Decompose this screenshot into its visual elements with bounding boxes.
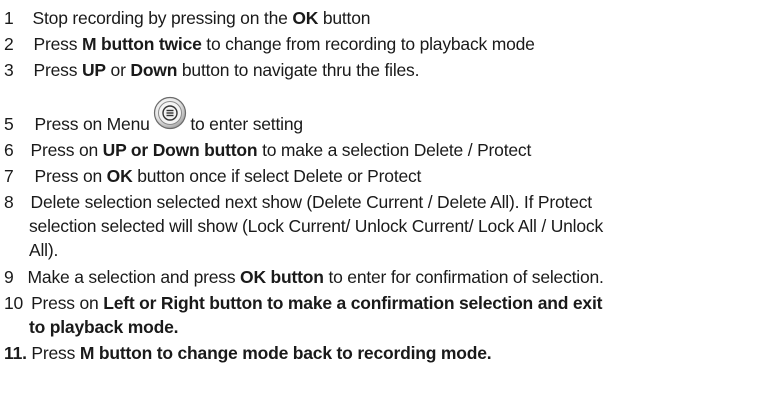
step-text: selection selected will show (Lock Curre… (29, 216, 604, 236)
step-number: 9 (4, 267, 14, 287)
step-number: 6 (4, 140, 14, 160)
step-text: Press (26, 343, 80, 363)
step-emphasis: OK (292, 8, 319, 28)
step-8-cont: All). (29, 239, 58, 261)
step-9: 9 Make a selection and press OK button to… (4, 266, 604, 288)
step-number: 7 (4, 166, 14, 186)
step-text: Press (33, 60, 82, 80)
step-10: 10 Press on Left or Right button to make … (4, 292, 602, 314)
step-text: Press on Menu (34, 114, 155, 134)
step-emphasis: UP (81, 60, 106, 80)
step-emphasis: OK (106, 166, 133, 186)
step-1: 1 Stop recording by pressing on the OK bu… (4, 7, 370, 29)
step-6: 6 Press on UP or Down button to make a se… (4, 139, 531, 161)
step-text: Press on (34, 166, 107, 186)
step-11: 11. Press M button to change mode back t… (4, 342, 492, 364)
step-number: 1 (4, 8, 14, 28)
step-emphasis: to playback mode. (29, 317, 179, 337)
step-8-cont: selection selected will show (Lock Curre… (29, 215, 603, 237)
step-number: 2 (4, 34, 14, 54)
step-text: Delete selection selected next show (Del… (30, 192, 593, 212)
step-10-cont: to playback mode. (29, 316, 178, 338)
step-text: button once if select Delete or Protect (132, 166, 422, 186)
step-text: Make a selection and press (27, 267, 241, 287)
step-text: to enter for confirmation of selection. (323, 267, 604, 287)
step-text: to change from recording to playback mod… (201, 34, 535, 54)
step-text: Stop recording by pressing on the (32, 8, 293, 28)
menu-button-icon (153, 96, 187, 130)
step-emphasis: M button to change mode back to recordin… (79, 343, 492, 363)
step-text: to enter setting (190, 114, 303, 134)
step-emphasis: Left or Right button to make a confirmat… (103, 293, 603, 313)
step-7: 7 Press on OK button once if select Delet… (4, 165, 421, 187)
step-text: All). (29, 240, 59, 260)
step-number: 8 (4, 192, 14, 212)
step-8: 8 Delete selection selected next show (De… (4, 191, 592, 213)
step-text: Press on (30, 140, 103, 160)
step-text: Press on (31, 293, 104, 313)
step-3: 3 Press UP or Down button to navigate thr… (4, 59, 419, 81)
step-2: 2 Press M button twice to change from rec… (4, 33, 535, 55)
step-emphasis: M button twice (81, 34, 202, 54)
step-number: 10 (4, 293, 24, 313)
step-text: Press (33, 34, 82, 54)
step-emphasis: UP or Down button (102, 140, 258, 160)
step-text: button to navigate thru the files. (177, 60, 420, 80)
step-number: 3 (4, 60, 14, 80)
step-emphasis: Down (130, 60, 178, 80)
step-text: to make a selection Delete / Protect (257, 140, 532, 160)
step-text: button (318, 8, 371, 28)
step-number: 11. (4, 343, 27, 363)
step-emphasis: OK button (240, 267, 324, 287)
step-text: or (105, 60, 131, 80)
step-number: 5 (4, 114, 14, 134)
